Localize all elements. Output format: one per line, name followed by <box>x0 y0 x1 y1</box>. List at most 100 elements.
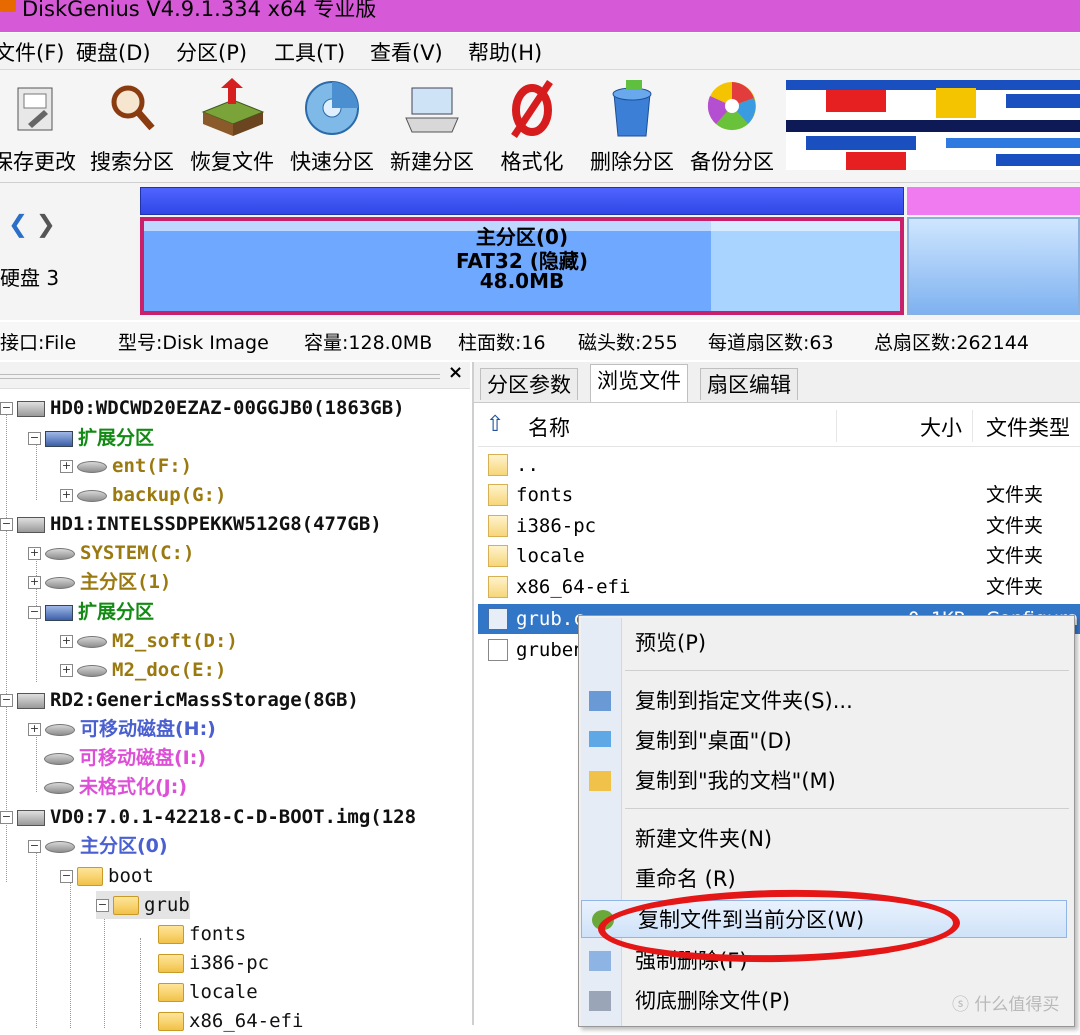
window-title: DiskGenius V4.9.1.334 x64 专业版 <box>22 0 377 21</box>
tree-item-hd1[interactable]: − HD1:INTELSSDPEKKW512G8(477GB) <box>0 510 382 538</box>
menu-bar: 文件(F) 硬盘(D) 分区(P) 工具(T) 查看(V) 帮助(H) <box>0 33 1080 70</box>
title-bar: DiskGenius V4.9.1.334 x64 专业版 <box>0 0 1080 32</box>
tree-item-backup[interactable]: + backup(G:) <box>60 481 226 509</box>
tab-sector-edit[interactable]: 扇区编辑 <box>700 368 798 400</box>
delete-partition-button[interactable]: 删除分区 <box>584 78 680 176</box>
tree-item-removable-h[interactable]: + 可移动磁盘(H:) <box>28 715 216 743</box>
tab-partition-params[interactable]: 分区参数 <box>480 368 578 400</box>
tree-item-grub[interactable]: − grub <box>96 891 190 919</box>
menu-disk[interactable]: 硬盘(D) <box>76 37 151 67</box>
quick-partition-icon <box>305 81 359 135</box>
tree-item-vd0[interactable]: − VD0:7.0.1-42218-C-D-BOOT.img(128 <box>0 803 416 831</box>
menu-file[interactable]: 文件(F) <box>0 37 64 67</box>
menu-help[interactable]: 帮助(H) <box>468 37 542 67</box>
save-changes-button[interactable]: 保存更改 <box>0 78 82 176</box>
partition-bar-primary[interactable]: 主分区(0) FAT32 (隐藏) 48.0MB <box>140 187 904 315</box>
tree-item-primary-0[interactable]: − 主分区(0) <box>28 832 168 860</box>
menu-view[interactable]: 查看(V) <box>370 37 443 67</box>
partition-bar-secondary[interactable] <box>907 187 1080 315</box>
folder-icon <box>488 484 508 506</box>
folder-icon <box>488 515 508 537</box>
partition-size: 48.0MB <box>479 269 565 293</box>
toolbar: 保存更改 搜索分区 恢复文件 快速分区 新建分区 格式化 删除分区 备份分区 <box>0 70 1080 183</box>
new-partition-button[interactable]: 新建分区 <box>384 78 480 176</box>
prev-disk-icon[interactable]: ❮ <box>8 210 28 238</box>
volume-icon <box>44 781 74 794</box>
hard-disk-icon <box>17 516 45 533</box>
hard-disk-icon <box>17 692 45 709</box>
file-row[interactable]: fonts 文件夹 <box>478 480 1080 510</box>
tree-item-m2-doc[interactable]: + M2_doc(E:) <box>60 656 226 684</box>
desktop-icon <box>589 731 611 747</box>
volume-icon <box>77 460 107 473</box>
tree-item-hd0[interactable]: − HD0:WDCWD20EZAZ-00GGJB0(1863GB) <box>0 394 405 422</box>
file-row[interactable]: locale 文件夹 <box>478 541 1080 571</box>
menu-item-preview[interactable]: 预览(P) <box>579 624 1074 662</box>
folder-icon <box>158 983 184 1002</box>
tab-browse-files[interactable]: 浏览文件 <box>590 364 688 402</box>
column-name[interactable]: 名称 <box>528 412 570 442</box>
format-label: 格式化 <box>500 150 564 174</box>
recover-files-label: 恢复文件 <box>190 150 274 174</box>
menu-tools[interactable]: 工具(T) <box>274 37 345 67</box>
file-row[interactable]: .. <box>478 450 1080 480</box>
tree-item-extended-0[interactable]: − 扩展分区 <box>28 424 154 452</box>
magnifier-icon <box>111 85 155 131</box>
tree-item-m2-soft[interactable]: + M2_soft(D:) <box>60 627 238 655</box>
file-row[interactable]: x86_64-efi 文件夹 <box>478 572 1080 602</box>
menu-partition[interactable]: 分区(P) <box>176 37 247 67</box>
quick-partition-label: 快速分区 <box>290 150 374 174</box>
volume-icon <box>44 752 74 765</box>
format-button[interactable]: 格式化 <box>484 78 580 176</box>
menu-item-copy-to-desktop[interactable]: 复制到"桌面"(D) <box>579 722 1074 760</box>
disk-model: 型号:Disk Image <box>118 332 269 354</box>
tree-item-ent[interactable]: + ent(F:) <box>60 452 192 480</box>
menu-item-new-folder[interactable]: 新建文件夹(N) <box>579 820 1074 858</box>
tree-item-removable-i[interactable]: 可移动磁盘(I:) <box>44 744 206 772</box>
tree-item-i386-pc[interactable]: i386-pc <box>158 949 269 977</box>
tree-item-boot[interactable]: − boot <box>60 862 154 890</box>
tree-item-rd2[interactable]: − RD2:GenericMassStorage(8GB) <box>0 686 359 714</box>
search-partition-button[interactable]: 搜索分区 <box>84 78 180 176</box>
folder-open-icon <box>113 896 139 915</box>
tree-item-system[interactable]: + SYSTEM(C:) <box>28 539 194 567</box>
tree-item-x86-64-efi[interactable]: x86_64-efi <box>158 1007 303 1035</box>
delete-partition-label: 删除分区 <box>590 150 674 174</box>
up-arrow-icon[interactable]: ⇧ <box>486 412 504 437</box>
file-list-header: ⇧ 名称 大小 文件类型 <box>478 404 1080 447</box>
tree-item-unformatted-j[interactable]: 未格式化(J:) <box>44 773 187 801</box>
recover-files-button[interactable]: 恢复文件 <box>184 78 280 176</box>
new-partition-label: 新建分区 <box>390 150 474 174</box>
advertisement-banner[interactable] <box>786 80 1080 170</box>
file-icon <box>488 639 508 661</box>
banner-graphic <box>786 80 1080 170</box>
volume-icon <box>45 547 75 560</box>
menu-item-copy-to-folder[interactable]: 复制到指定文件夹(S)... <box>579 682 1074 720</box>
tree-header: × <box>0 362 470 389</box>
disk-nav: ❮ ❯ <box>8 210 56 238</box>
format-icon <box>511 80 553 138</box>
backup-partition-label: 备份分区 <box>690 150 774 174</box>
tree-item-extended-1[interactable]: − 扩展分区 <box>28 598 154 626</box>
tree-item-locale[interactable]: locale <box>158 978 258 1006</box>
tab-bar: 分区参数 浏览文件 扇区编辑 <box>474 362 1080 403</box>
disk-label: 硬盘 3 <box>0 266 60 290</box>
force-delete-icon <box>589 951 611 971</box>
menu-item-copy-to-documents[interactable]: 复制到"我的文档"(M) <box>579 762 1074 800</box>
volume-icon <box>77 664 107 677</box>
close-panel-icon[interactable]: × <box>448 362 463 383</box>
save-icon <box>17 87 53 131</box>
quick-partition-button[interactable]: 快速分区 <box>284 78 380 176</box>
next-disk-icon[interactable]: ❯ <box>36 210 56 238</box>
tree-item-primary-1[interactable]: + 主分区(1) <box>28 568 171 596</box>
folder-icon <box>488 454 508 476</box>
folder-icon <box>77 867 103 886</box>
column-size[interactable]: 大小 <box>920 412 962 442</box>
column-type[interactable]: 文件类型 <box>986 412 1070 442</box>
backup-partition-button[interactable]: 备份分区 <box>684 78 780 176</box>
volume-icon <box>77 489 107 502</box>
search-partition-label: 搜索分区 <box>90 150 174 174</box>
partition-block: 主分区(0) FAT32 (隐藏) 48.0MB <box>140 217 904 315</box>
file-row[interactable]: i386-pc 文件夹 <box>478 511 1080 541</box>
tree-item-fonts[interactable]: fonts <box>158 920 246 948</box>
